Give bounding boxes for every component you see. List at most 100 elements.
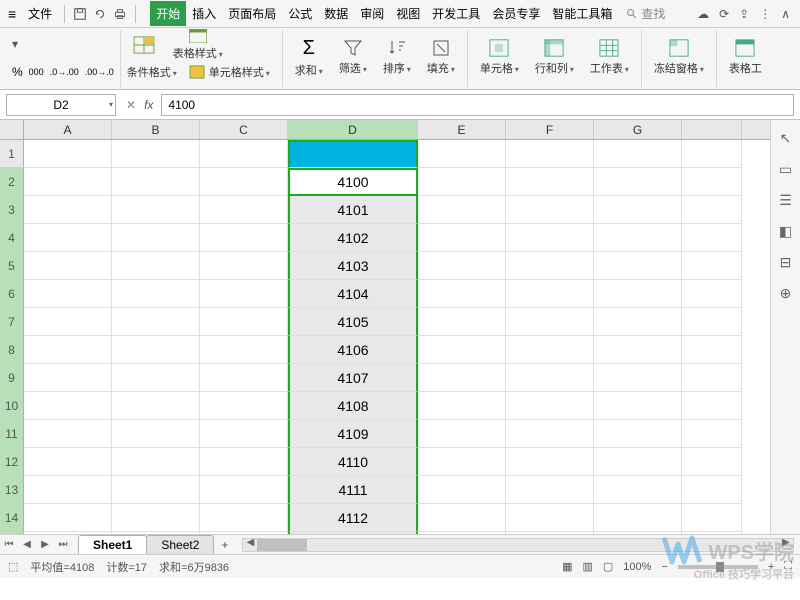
- add-sheet-button[interactable]: +: [213, 538, 236, 552]
- cell-D5[interactable]: 4103: [288, 252, 418, 280]
- cell-G10[interactable]: [594, 392, 682, 420]
- tab-review[interactable]: 审阅: [354, 1, 390, 26]
- cell-H8[interactable]: [682, 336, 742, 364]
- cell-B3[interactable]: [112, 196, 200, 224]
- tab-member[interactable]: 会员专享: [486, 1, 546, 26]
- cell-C14[interactable]: [200, 504, 288, 532]
- cell-B12[interactable]: [112, 448, 200, 476]
- cell-B10[interactable]: [112, 392, 200, 420]
- cell-F15[interactable]: [506, 532, 594, 534]
- zoom-knob[interactable]: [716, 562, 724, 572]
- conditional-format-button[interactable]: [127, 34, 161, 56]
- view-custom-icon[interactable]: ▢: [603, 560, 613, 573]
- cell-E1[interactable]: [418, 140, 506, 168]
- cell-H1[interactable]: [682, 140, 742, 168]
- row-header[interactable]: 2: [0, 168, 24, 196]
- cell-F3[interactable]: [506, 196, 594, 224]
- cell-H13[interactable]: [682, 476, 742, 504]
- cell-E9[interactable]: [418, 364, 506, 392]
- cell-F13[interactable]: [506, 476, 594, 504]
- share-icon[interactable]: ⇪: [739, 7, 749, 21]
- col-header-D[interactable]: D: [288, 120, 418, 139]
- cell-B7[interactable]: [112, 308, 200, 336]
- row-header[interactable]: 10: [0, 392, 24, 420]
- cell-C13[interactable]: [200, 476, 288, 504]
- cell-A14[interactable]: [24, 504, 112, 532]
- sheet-tab-2[interactable]: Sheet2: [146, 535, 214, 554]
- row-header[interactable]: 4: [0, 224, 24, 252]
- cell-F12[interactable]: [506, 448, 594, 476]
- menu-icon[interactable]: ≡: [4, 6, 20, 22]
- cell-C1[interactable]: [200, 140, 288, 168]
- cell-B6[interactable]: [112, 280, 200, 308]
- cell-B11[interactable]: [112, 420, 200, 448]
- col-header-E[interactable]: E: [418, 120, 506, 139]
- cell-F9[interactable]: [506, 364, 594, 392]
- search-box[interactable]: 查找: [626, 5, 665, 22]
- cell-G9[interactable]: [594, 364, 682, 392]
- cell-H6[interactable]: [682, 280, 742, 308]
- sheet-nav-last-icon[interactable]: ⏭: [54, 539, 72, 550]
- row-header[interactable]: 6: [0, 280, 24, 308]
- cell-C8[interactable]: [200, 336, 288, 364]
- cell-D3[interactable]: 4101: [288, 196, 418, 224]
- cell-A7[interactable]: [24, 308, 112, 336]
- zoom-slider[interactable]: [678, 565, 758, 569]
- cell-E11[interactable]: [418, 420, 506, 448]
- sync-icon[interactable]: ⟳: [719, 7, 729, 21]
- fill-button[interactable]: 填充▾: [421, 29, 461, 85]
- cell-F6[interactable]: [506, 280, 594, 308]
- cell-F4[interactable]: [506, 224, 594, 252]
- cell-B15[interactable]: [112, 532, 200, 534]
- cell-G1[interactable]: [594, 140, 682, 168]
- cell-E6[interactable]: [418, 280, 506, 308]
- cell-H7[interactable]: [682, 308, 742, 336]
- tab-view[interactable]: 视图: [390, 1, 426, 26]
- sort-button[interactable]: 排序▾: [377, 29, 417, 85]
- cell-H2[interactable]: [682, 168, 742, 196]
- row-header[interactable]: 1: [0, 140, 24, 168]
- hscroll-thumb[interactable]: [257, 539, 307, 551]
- fx-icon[interactable]: fx: [144, 98, 153, 112]
- row-header[interactable]: 7: [0, 308, 24, 336]
- cell-E15[interactable]: [418, 532, 506, 534]
- cell-A1[interactable]: [24, 140, 112, 168]
- cell-A6[interactable]: [24, 280, 112, 308]
- thousands-button[interactable]: 000: [29, 67, 44, 77]
- col-header-G[interactable]: G: [594, 120, 682, 139]
- cell-H12[interactable]: [682, 448, 742, 476]
- cell-E10[interactable]: [418, 392, 506, 420]
- rowcol-button[interactable]: 行和列▾: [529, 29, 580, 85]
- cell-B14[interactable]: [112, 504, 200, 532]
- cell-F8[interactable]: [506, 336, 594, 364]
- cell-H5[interactable]: [682, 252, 742, 280]
- cell-F11[interactable]: [506, 420, 594, 448]
- tab-smart-tools[interactable]: 智能工具箱: [546, 1, 618, 26]
- cell-B8[interactable]: [112, 336, 200, 364]
- view-page-icon[interactable]: ▥: [582, 560, 592, 573]
- row-header[interactable]: 13: [0, 476, 24, 504]
- cell-C4[interactable]: [200, 224, 288, 252]
- zoom-out-button[interactable]: −: [661, 561, 667, 573]
- cell-button[interactable]: 单元格▾: [474, 29, 525, 85]
- cond-format-label[interactable]: 条件格式▾: [127, 64, 177, 80]
- cell-C10[interactable]: [200, 392, 288, 420]
- cell-H15[interactable]: [682, 532, 742, 534]
- cell-D8[interactable]: 4106: [288, 336, 418, 364]
- cell-E5[interactable]: [418, 252, 506, 280]
- print-icon[interactable]: [111, 5, 129, 23]
- cell-D9[interactable]: 4107: [288, 364, 418, 392]
- cell-C6[interactable]: [200, 280, 288, 308]
- cell-G5[interactable]: [594, 252, 682, 280]
- cell-A12[interactable]: [24, 448, 112, 476]
- undo-icon[interactable]: [91, 5, 109, 23]
- sheet-nav-first-icon[interactable]: ⏮: [0, 539, 18, 550]
- cell-G2[interactable]: [594, 168, 682, 196]
- cell-D12[interactable]: 4110: [288, 448, 418, 476]
- cell-G11[interactable]: [594, 420, 682, 448]
- cell-A5[interactable]: [24, 252, 112, 280]
- zoom-in-button[interactable]: +: [768, 561, 774, 573]
- cell-F10[interactable]: [506, 392, 594, 420]
- select-tool-icon[interactable]: ▭: [779, 161, 792, 178]
- cell-D2[interactable]: 4100: [288, 168, 418, 196]
